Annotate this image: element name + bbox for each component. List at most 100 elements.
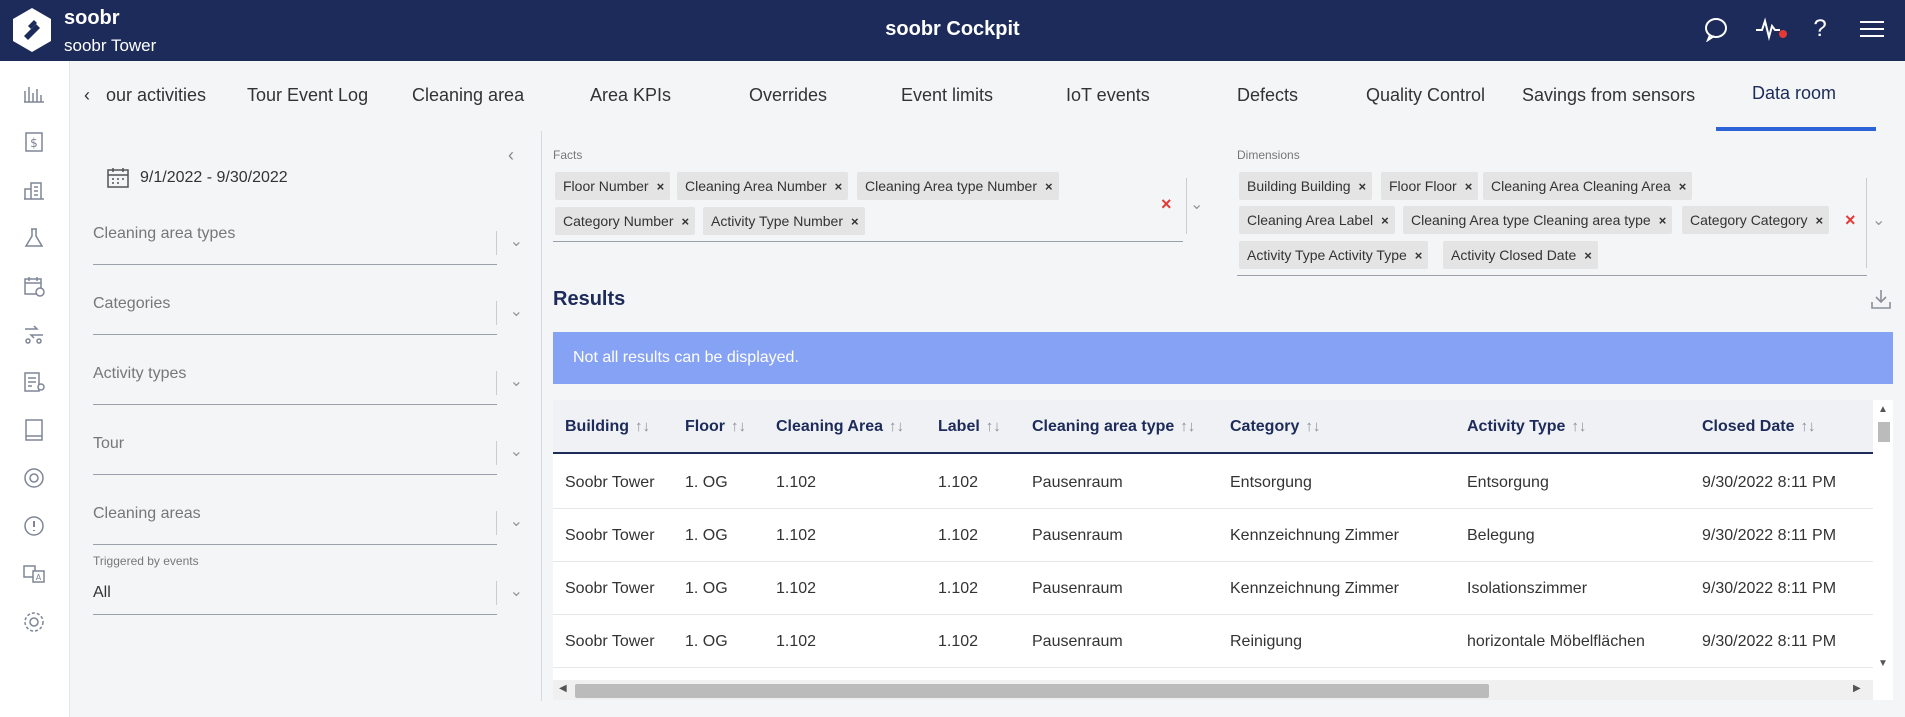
tab-savings-from-sensors[interactable]: Savings from sensors: [1522, 85, 1695, 106]
horizontal-scroll-thumb[interactable]: [575, 684, 1489, 698]
building-icon[interactable]: [10, 173, 58, 207]
remove-chip-icon[interactable]: ×: [682, 214, 690, 229]
date-range-picker[interactable]: 9/1/2022 - 9/30/2022: [106, 167, 288, 189]
column-header-activity-type[interactable]: Activity Type ↑↓: [1467, 418, 1586, 436]
alert-icon[interactable]: [10, 509, 58, 543]
report-user-icon[interactable]: [10, 365, 58, 399]
sort-icon[interactable]: ↑↓: [1180, 418, 1195, 435]
column-header-cleaning-area[interactable]: Cleaning Area ↑↓: [776, 418, 904, 436]
sort-icon[interactable]: ↑↓: [986, 418, 1001, 435]
tablet-icon[interactable]: [10, 413, 58, 447]
table-row[interactable]: Soobr Tower 1. OG 1.102 1.102 Pausenraum…: [553, 562, 1873, 615]
tab-cleaning-area[interactable]: Cleaning area: [412, 85, 524, 106]
dimension-chip[interactable]: Activity Type Activity Type ×: [1239, 241, 1429, 269]
triggered-by-events-select[interactable]: All ⌄: [93, 575, 523, 615]
tab-tour-event-log[interactable]: Tour Event Log: [247, 85, 368, 106]
sort-icon[interactable]: ↑↓: [889, 418, 904, 435]
vertical-scrollbar[interactable]: ▲ ▼: [1873, 400, 1893, 672]
dimension-chip[interactable]: Cleaning Area type Cleaning area type ×: [1403, 206, 1673, 234]
fact-chip[interactable]: Cleaning Area Number ×: [677, 172, 849, 200]
dimension-chip[interactable]: Cleaning Area Label ×: [1239, 206, 1395, 234]
tab-data-room[interactable]: Data room: [1752, 83, 1836, 104]
chevron-down-icon[interactable]: ⌄: [510, 231, 523, 251]
remove-chip-icon[interactable]: ×: [1816, 213, 1824, 228]
remove-chip-icon[interactable]: ×: [1415, 248, 1423, 263]
tab-iot-events[interactable]: IoT events: [1066, 85, 1150, 106]
scroll-down-icon[interactable]: ▼: [1878, 658, 1888, 669]
dollar-icon[interactable]: $: [10, 125, 58, 159]
clear-dimensions-icon[interactable]: ×: [1845, 210, 1856, 231]
remove-chip-icon[interactable]: ×: [1045, 179, 1053, 194]
fact-chip[interactable]: Activity Type Number ×: [703, 207, 865, 235]
dimension-chip[interactable]: Floor Floor ×: [1381, 172, 1479, 200]
translate-icon[interactable]: A: [10, 557, 58, 591]
column-header-building[interactable]: Building ↑↓: [565, 418, 650, 436]
sort-icon[interactable]: ↑↓: [1305, 418, 1320, 435]
dimensions-select[interactable]: Building Building × Floor Floor × Cleaning…: [1237, 168, 1867, 276]
remove-chip-icon[interactable]: ×: [1659, 213, 1667, 228]
chevron-down-icon[interactable]: ⌄: [510, 441, 523, 461]
column-header-label[interactable]: Label ↑↓: [938, 418, 1001, 436]
remove-chip-icon[interactable]: ×: [1679, 179, 1687, 194]
vertical-scroll-thumb[interactable]: [1878, 422, 1890, 442]
chevron-down-icon[interactable]: ⌄: [510, 581, 523, 601]
scroll-up-icon[interactable]: ▲: [1878, 404, 1888, 415]
sort-icon[interactable]: ↑↓: [731, 418, 746, 435]
sort-icon[interactable]: ↑↓: [1800, 418, 1815, 435]
help-icon[interactable]: ?: [1805, 14, 1835, 44]
calendar-clock-icon[interactable]: [10, 269, 58, 303]
tab-event-limits[interactable]: Event limits: [901, 85, 993, 106]
chat-icon[interactable]: [1701, 14, 1731, 44]
categories-select[interactable]: Categories ⌄: [93, 295, 523, 335]
horizontal-scrollbar[interactable]: ◀ ▶: [553, 680, 1873, 700]
download-icon[interactable]: [1870, 288, 1892, 315]
flask-icon[interactable]: [10, 221, 58, 255]
table-row[interactable]: Soobr Tower 1. OG 1.102 1.102 Pausenraum…: [553, 615, 1873, 668]
remove-chip-icon[interactable]: ×: [657, 179, 665, 194]
sensor-icon[interactable]: [10, 461, 58, 495]
fact-chip[interactable]: Cleaning Area type Number ×: [857, 172, 1059, 200]
column-header-floor[interactable]: Floor ↑↓: [685, 418, 746, 436]
dimensions-chevron-down-icon[interactable]: ⌄: [1872, 210, 1885, 230]
dimension-chip[interactable]: Cleaning Area Cleaning Area ×: [1483, 172, 1693, 200]
bar-chart-icon[interactable]: [10, 76, 58, 110]
tab-quality-control[interactable]: Quality Control: [1366, 85, 1485, 106]
tab-tour-activities[interactable]: our activities: [106, 85, 206, 106]
tabs-scroll-left-icon[interactable]: ‹: [84, 85, 90, 106]
remove-chip-icon[interactable]: ×: [835, 179, 843, 194]
remove-chip-icon[interactable]: ×: [851, 214, 859, 229]
activity-types-select[interactable]: Activity types ⌄: [93, 365, 523, 405]
tab-area-kpis[interactable]: Area KPIs: [590, 85, 671, 106]
remove-chip-icon[interactable]: ×: [1381, 213, 1389, 228]
dimension-chip[interactable]: Category Category ×: [1682, 206, 1830, 234]
fact-chip[interactable]: Category Number ×: [555, 207, 696, 235]
hamburger-menu-icon[interactable]: [1857, 14, 1887, 44]
sort-icon[interactable]: ↑↓: [1571, 418, 1586, 435]
tour-select[interactable]: Tour ⌄: [93, 435, 523, 475]
dimension-chip[interactable]: Activity Closed Date ×: [1443, 241, 1598, 269]
activity-pulse-icon[interactable]: [1753, 14, 1787, 44]
sort-icon[interactable]: ↑↓: [635, 418, 650, 435]
clear-facts-icon[interactable]: ×: [1161, 194, 1172, 215]
collapse-panel-icon[interactable]: ‹: [508, 145, 514, 166]
facts-select[interactable]: Floor Number × Cleaning Area Number × Clea…: [553, 168, 1183, 242]
table-row[interactable]: Soobr Tower 1. OG 1.102 1.102 Pausenraum…: [553, 456, 1873, 509]
facts-chevron-down-icon[interactable]: ⌄: [1190, 194, 1203, 214]
scroll-right-icon[interactable]: ▶: [1853, 683, 1861, 694]
dimension-chip[interactable]: Building Building ×: [1239, 172, 1373, 200]
cleaning-areas-select[interactable]: Cleaning areas ⌄: [93, 505, 523, 545]
settings-group-icon[interactable]: [10, 605, 58, 639]
swap-people-icon[interactable]: [10, 317, 58, 351]
chevron-down-icon[interactable]: ⌄: [510, 511, 523, 531]
fact-chip[interactable]: Floor Number ×: [555, 172, 671, 200]
chevron-down-icon[interactable]: ⌄: [510, 371, 523, 391]
remove-chip-icon[interactable]: ×: [1465, 179, 1473, 194]
scroll-left-icon[interactable]: ◀: [559, 683, 567, 694]
chevron-down-icon[interactable]: ⌄: [510, 301, 523, 321]
remove-chip-icon[interactable]: ×: [1584, 248, 1592, 263]
tab-overrides[interactable]: Overrides: [749, 85, 827, 106]
column-header-closed-date[interactable]: Closed Date ↑↓: [1702, 418, 1815, 436]
table-row[interactable]: Soobr Tower 1. OG 1.102 1.102 Pausenraum…: [553, 509, 1873, 562]
column-header-cleaning-area-type[interactable]: Cleaning area type ↑↓: [1032, 418, 1195, 436]
cleaning-area-types-select[interactable]: Cleaning area types ⌄: [93, 225, 523, 265]
